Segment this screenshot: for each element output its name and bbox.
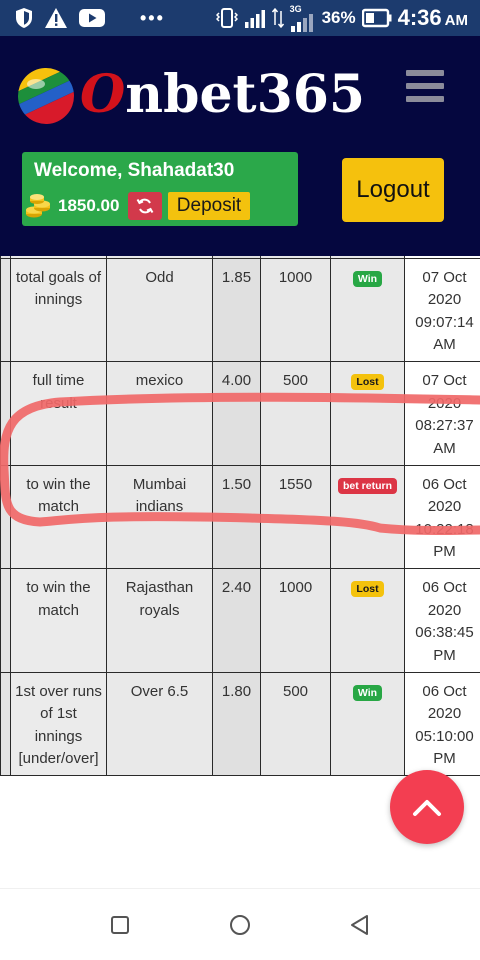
stake-cell: 1550 <box>260 464 331 569</box>
stake-cell: 1000 <box>260 257 331 362</box>
refresh-icon <box>136 198 154 214</box>
bet-history-table: total runs of matchOver 327.51.6080Lost0… <box>0 256 480 776</box>
datetime-cell: 06 Oct 2020 06:38:45 PM <box>404 568 480 673</box>
stake-cell: 500 <box>260 671 331 776</box>
status-cell: bet return <box>330 464 405 569</box>
bet-row: 1st over runs of 1st innings [under/over… <box>0 671 480 776</box>
bet-date: 06 Oct 2020 <box>422 682 467 723</box>
market-cell: total goals of innings <box>10 257 107 362</box>
row-edge-cell <box>0 671 11 776</box>
status-cell: Lost <box>330 568 405 673</box>
deposit-button[interactable]: Deposit <box>168 192 250 220</box>
hamburger-menu-icon[interactable] <box>406 70 446 106</box>
clock-ampm: AM <box>444 12 468 29</box>
signal-icon <box>290 14 313 32</box>
datetime-cell: 06 Oct 2020 05:10:00 PM <box>404 671 480 776</box>
market-cell: to win the match <box>10 568 107 673</box>
odds-cell: 1.85 <box>212 257 261 362</box>
logo-ball-icon <box>14 64 78 128</box>
row-edge-cell <box>0 464 11 569</box>
welcome-message: Welcome, Shahadat30 <box>34 160 235 181</box>
back-triangle-icon[interactable] <box>346 911 374 939</box>
recent-apps-square-icon[interactable] <box>106 911 134 939</box>
status-bar-right: 3G 36% 4:36 AM <box>215 4 468 32</box>
status-badge: Lost <box>351 581 384 597</box>
signal-icon <box>244 10 265 28</box>
datetime-cell: 07 Oct 2020 09:07:14 AM <box>404 257 480 362</box>
bet-date: 06 Oct 2020 <box>422 579 467 619</box>
odds-cell: 1.50 <box>212 464 261 569</box>
odds-cell: 1.80 <box>212 671 261 776</box>
datetime-cell: 06 Oct 2020 10:22:18 PM <box>404 464 480 569</box>
more-notifications-indicator: ••• <box>140 7 165 28</box>
clock-time: 4:36 <box>397 5 442 30</box>
bet-date: 06 Oct 2020 <box>422 475 467 516</box>
status-badge: Win <box>352 270 383 287</box>
status-cell: Win <box>330 257 405 362</box>
battery-icon <box>361 8 392 28</box>
wallet-balance: 1850.00 <box>58 196 120 215</box>
status-badge: Lost <box>351 374 384 390</box>
status-badge: bet return <box>337 477 397 494</box>
bet-date: 07 Oct 2020 <box>422 372 467 412</box>
selection-cell: Odd <box>106 257 213 362</box>
refresh-balance-button[interactable] <box>128 192 162 220</box>
coins-icon <box>26 194 50 218</box>
youtube-icon <box>79 9 105 27</box>
network-type-label: 3G <box>289 4 302 14</box>
home-circle-icon[interactable] <box>226 911 254 939</box>
app-header: Onbet365 Welcome, Shahadat30 1850.00 Dep… <box>0 36 480 256</box>
bet-time: 10:22:18 PM <box>415 520 474 561</box>
battery-percent: 36% <box>321 8 356 27</box>
clock: 4:36 AM <box>398 5 468 31</box>
bet-row: to win the match Mumbai indians 1.50 1550 be… <box>0 464 480 569</box>
status-bar: ••• 3G 36% 4:36 AM <box>0 0 480 36</box>
datetime-cell: 07 Oct 2020 08:27:37 AM <box>404 361 480 466</box>
selection-cell: Over 6.5 <box>106 671 213 776</box>
onbet365-logo[interactable]: Onbet365 <box>14 58 365 138</box>
data-arrows-icon <box>271 7 284 29</box>
bet-time: 05:10:00 PM <box>415 727 474 768</box>
status-cell: Win <box>330 671 405 776</box>
vibrate-icon <box>215 8 238 28</box>
chevron-up-icon <box>413 800 441 816</box>
system-navigation-bar <box>0 888 480 960</box>
selection-cell: Mumbai indians <box>106 464 213 569</box>
stake-cell: 500 <box>260 361 331 466</box>
logo-wordmark: Onbet365 <box>80 64 365 125</box>
selection-cell: Rajasthan royals <box>106 568 213 673</box>
bet-time: 06:38:45 PM <box>415 624 474 664</box>
status-bar-left: ••• <box>14 6 165 30</box>
bet-date: 07 Oct 2020 <box>422 268 467 309</box>
row-edge-cell <box>0 361 11 466</box>
shield-icon <box>16 8 32 28</box>
bet-time: 08:27:37 AM <box>415 417 474 457</box>
selection-cell: mexico <box>106 361 213 466</box>
bet-time: 09:07:14 AM <box>415 313 474 354</box>
market-cell: full time result <box>10 361 107 466</box>
logo-letters-rest: nbet365 <box>125 64 366 125</box>
bet-row: total goals of innings Odd 1.85 1000 Win 07 O… <box>0 257 480 362</box>
row-edge-cell <box>0 257 11 362</box>
market-cell: to win the match <box>10 464 107 569</box>
stake-cell: 1000 <box>260 568 331 673</box>
warning-icon <box>45 8 67 28</box>
welcome-panel: Welcome, Shahadat30 1850.00 Deposit <box>22 152 298 226</box>
status-badge: Win <box>352 684 383 701</box>
bet-row: full time result mexico 4.00 500 Lost 07 Oct … <box>0 361 480 466</box>
scroll-to-top-button[interactable] <box>390 770 464 844</box>
row-edge-cell <box>0 568 11 673</box>
market-cell: 1st over runs of 1st innings [under/over… <box>10 671 107 776</box>
bet-row: to win the match Rajasthan royals 2.40 1000… <box>0 568 480 673</box>
status-cell: Lost <box>330 361 405 466</box>
odds-cell: 4.00 <box>212 361 261 466</box>
odds-cell: 2.40 <box>212 568 261 673</box>
logo-letter-o: O <box>80 64 126 125</box>
network-3g-indicator: 3G <box>290 4 316 32</box>
logout-button[interactable]: Logout <box>342 158 444 222</box>
